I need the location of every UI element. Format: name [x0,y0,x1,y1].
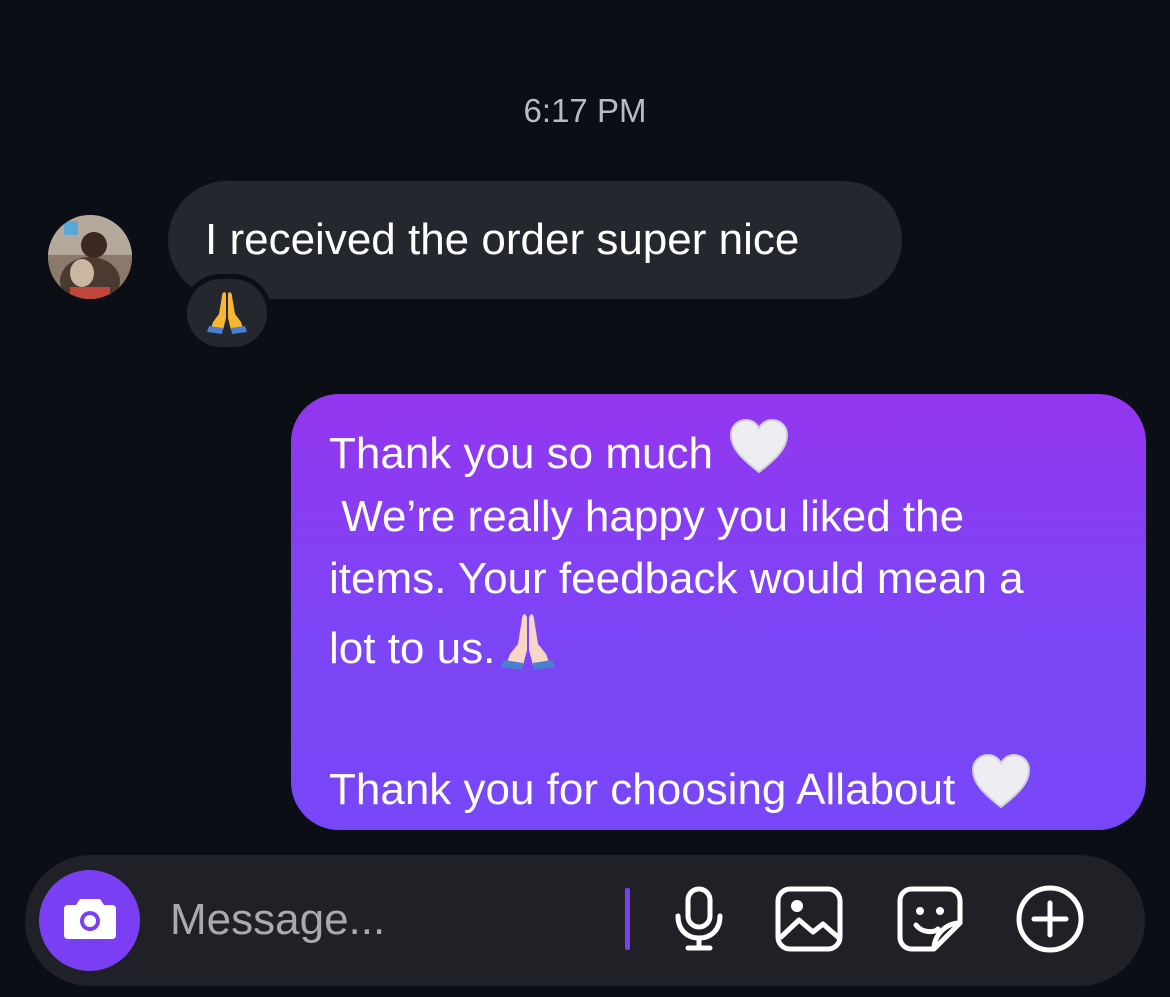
outgoing-line-text: We’re really happy you liked the [329,492,965,541]
gallery-button[interactable] [772,884,846,958]
message-input[interactable] [170,889,620,951]
white-heart-icon [729,418,789,491]
microphone-icon [672,886,726,957]
white-heart-icon [971,753,1031,826]
praying-hands-emoji-icon [205,288,249,339]
outgoing-line-text: items. Your feedback would mean a [329,554,1024,603]
outgoing-line-text: Thank you for choosing Allabout [329,764,956,814]
outgoing-line: Thank you for choosing Allabout [329,753,1110,826]
sticker-icon [896,885,964,958]
sticker-button[interactable] [893,884,967,958]
microphone-button[interactable] [662,884,736,958]
camera-button[interactable] [39,870,140,971]
outgoing-line-text: lot to us. [329,623,496,673]
message-composer [25,855,1145,986]
incoming-message-bubble[interactable]: I received the order super nice [168,181,902,299]
incoming-message-text: I received the order super nice [205,215,800,264]
camera-icon [62,895,118,946]
outgoing-line: items. Your feedback would mean a [329,548,1110,610]
outgoing-message-bubble[interactable]: Thank you so much We’re really happy you… [291,394,1146,830]
gallery-icon [775,886,843,957]
outgoing-line-text: Thank you so much [329,429,713,478]
add-icon [1015,884,1085,959]
sender-avatar[interactable] [48,215,132,299]
message-timestamp: 6:17 PM [523,92,647,129]
outgoing-blank-line [329,687,1110,749]
outgoing-line: Thank you so much [329,418,1110,486]
text-cursor [625,888,630,950]
chat-screen: 6:17 PM I received the order super nice [0,0,1170,997]
praying-hands-emoji-icon [497,610,559,687]
outgoing-line: We’re really happy you liked the [329,486,1110,548]
add-button[interactable] [1013,884,1087,958]
message-reaction[interactable] [182,274,272,352]
outgoing-line: lot to us. [329,610,1110,687]
